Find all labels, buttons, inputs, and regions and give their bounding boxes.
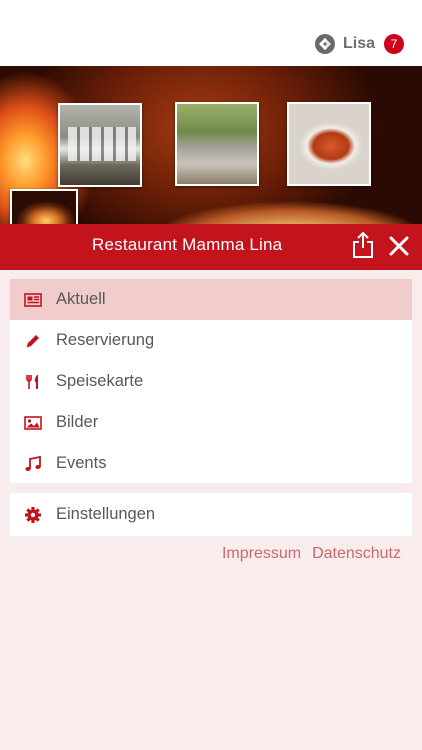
top-bar: Lisa 7	[0, 0, 422, 66]
oven-photo[interactable]	[10, 189, 78, 224]
restaurant-title-bar: Restaurant Mamma Lina	[0, 224, 422, 270]
fork-knife-icon	[26, 374, 38, 389]
music-note-icon	[25, 455, 41, 471]
close-icon[interactable]	[388, 235, 410, 257]
settings-menu: Einstellungen	[10, 493, 412, 536]
user-menu[interactable]: Lisa 7	[314, 32, 404, 56]
terrace-photo[interactable]	[175, 102, 259, 186]
menu-label: Aktuell	[56, 290, 106, 308]
menu-label: Events	[56, 454, 107, 472]
menu-item-aktuell[interactable]: Aktuell	[10, 279, 412, 320]
menu-item-bilder[interactable]: Bilder	[10, 402, 412, 443]
menu-label: Einstellungen	[56, 505, 156, 523]
footer-links: Impressum Datenschutz	[222, 545, 401, 563]
menu-label: Bilder	[56, 413, 99, 431]
image-icon	[24, 415, 42, 430]
pencil-icon	[26, 334, 39, 347]
impressum-link[interactable]: Impressum	[222, 545, 301, 563]
menu-label: Speisekarte	[56, 372, 144, 390]
gear-icon	[25, 506, 41, 523]
hero-banner	[0, 66, 422, 224]
food-photo[interactable]	[287, 102, 371, 186]
newspaper-icon	[24, 292, 42, 307]
share-icon[interactable]	[352, 231, 374, 259]
menu-item-speisekarte[interactable]: Speisekarte	[10, 361, 412, 402]
menu-item-reservierung[interactable]: Reservierung	[10, 320, 412, 361]
notification-badge[interactable]: 7	[384, 34, 404, 54]
datenschutz-link[interactable]: Datenschutz	[312, 545, 401, 563]
menu-item-einstellungen[interactable]: Einstellungen	[10, 493, 412, 536]
app-logo-icon	[314, 34, 335, 54]
menu-item-events[interactable]: Events	[10, 443, 412, 484]
restaurant-title: Restaurant Mamma Lina	[92, 235, 283, 254]
menu-label: Reservierung	[56, 331, 155, 349]
main-menu: Aktuell Reservierung Speisekarte Bilder …	[10, 279, 412, 483]
staff-photo[interactable]	[58, 103, 142, 187]
user-name[interactable]: Lisa	[343, 35, 375, 53]
